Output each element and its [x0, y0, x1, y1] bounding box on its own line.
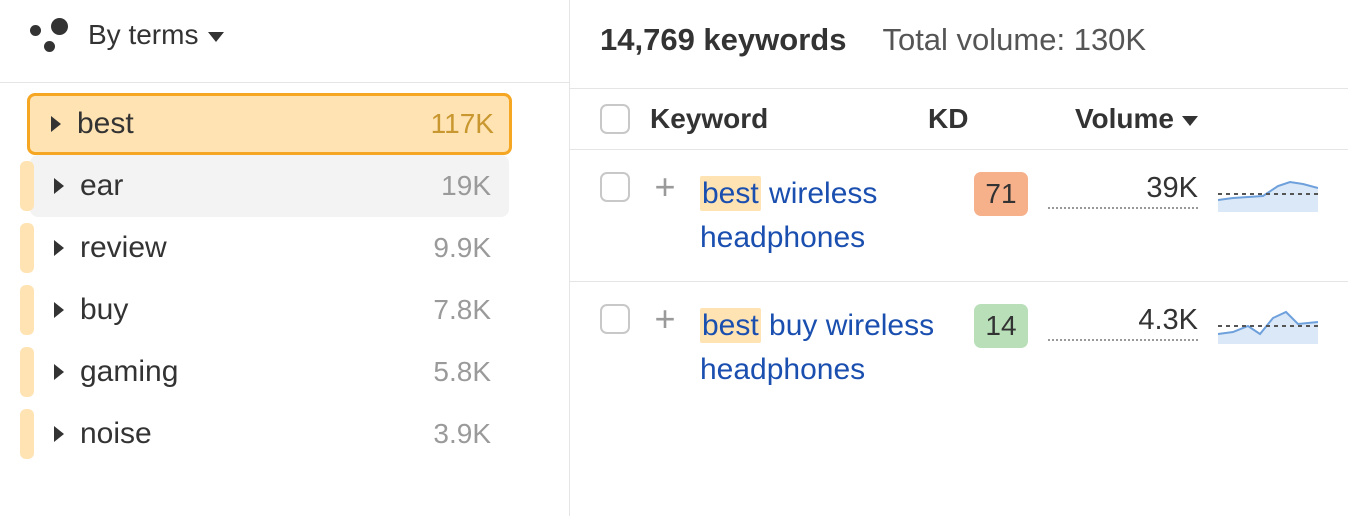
keyword-row: + best buy wireless headphones 14 4.3K	[570, 282, 1348, 413]
total-volume: Total volume: 130K	[882, 22, 1146, 58]
keyword-link[interactable]: best wireless headphones	[700, 172, 954, 259]
chevron-right-icon	[54, 178, 64, 194]
term-count: 7.8K	[433, 294, 491, 326]
chevron-right-icon	[51, 116, 61, 132]
term-count: 117K	[431, 108, 494, 140]
chevron-right-icon	[54, 426, 64, 442]
keyword-row: + best wireless headphones 71 39K	[570, 150, 1348, 282]
column-kd[interactable]: KD	[928, 103, 1008, 135]
term-tab-indicator	[20, 285, 34, 335]
chevron-down-icon	[208, 32, 224, 42]
term-count: 19K	[441, 170, 491, 202]
term-count: 3.9K	[433, 418, 491, 450]
term-row[interactable]: noise 3.9K	[30, 403, 509, 465]
sort-down-icon	[1182, 116, 1198, 126]
trend-sparkline	[1218, 172, 1318, 212]
term-tab-indicator	[20, 409, 34, 459]
term-count: 5.8K	[433, 356, 491, 388]
row-checkbox[interactable]	[600, 304, 630, 334]
main-panel: 14,769 keywords Total volume: 130K Keywo…	[570, 0, 1348, 516]
term-label: review	[80, 231, 417, 265]
chevron-right-icon	[54, 364, 64, 380]
table-body: + best wireless headphones 71 39K + best buy …	[570, 150, 1348, 413]
grouping-dropdown[interactable]: By terms	[88, 19, 224, 51]
cluster-icon	[30, 18, 70, 52]
add-keyword-button[interactable]: +	[650, 304, 680, 334]
sidebar-header: By terms	[0, 0, 569, 83]
term-label: gaming	[80, 355, 417, 389]
term-label: buy	[80, 293, 417, 327]
highlight: best	[700, 308, 761, 343]
term-tab-indicator	[20, 161, 34, 211]
keyword-count: 14,769 keywords	[600, 22, 846, 58]
term-label: noise	[80, 417, 417, 451]
volume-value: 4.3K	[1048, 304, 1198, 341]
term-label: best	[77, 107, 415, 141]
results-header: 14,769 keywords Total volume: 130K	[570, 0, 1348, 88]
chevron-right-icon	[54, 240, 64, 256]
kd-badge: 71	[974, 172, 1028, 216]
term-count: 9.9K	[433, 232, 491, 264]
column-keyword[interactable]: Keyword	[650, 103, 908, 135]
term-row[interactable]: best 117K	[27, 93, 512, 155]
kd-badge: 14	[974, 304, 1028, 348]
highlight: best	[700, 176, 761, 211]
term-tab-indicator	[20, 347, 34, 397]
term-row[interactable]: review 9.9K	[30, 217, 509, 279]
column-volume[interactable]: Volume	[1028, 103, 1198, 135]
term-row[interactable]: ear 19K	[30, 155, 509, 217]
term-tab-indicator	[20, 223, 34, 273]
add-keyword-button[interactable]: +	[650, 172, 680, 202]
table-header: Keyword KD Volume	[570, 88, 1348, 150]
term-row[interactable]: gaming 5.8K	[30, 341, 509, 403]
keyword-link[interactable]: best buy wireless headphones	[700, 304, 954, 391]
chevron-right-icon	[54, 302, 64, 318]
grouping-label: By terms	[88, 19, 198, 51]
select-all-checkbox[interactable]	[600, 104, 630, 134]
trend-sparkline	[1218, 304, 1318, 344]
term-label: ear	[80, 169, 425, 203]
column-volume-label: Volume	[1075, 103, 1174, 135]
row-checkbox[interactable]	[600, 172, 630, 202]
terms-list: best 117Kear 19K review 9.9K buy 7.8K gaming 5.8…	[0, 83, 569, 465]
sidebar: By terms best 117Kear 19K review 9.9K buy 7.8K…	[0, 0, 570, 516]
volume-value: 39K	[1048, 172, 1198, 209]
term-row[interactable]: buy 7.8K	[30, 279, 509, 341]
